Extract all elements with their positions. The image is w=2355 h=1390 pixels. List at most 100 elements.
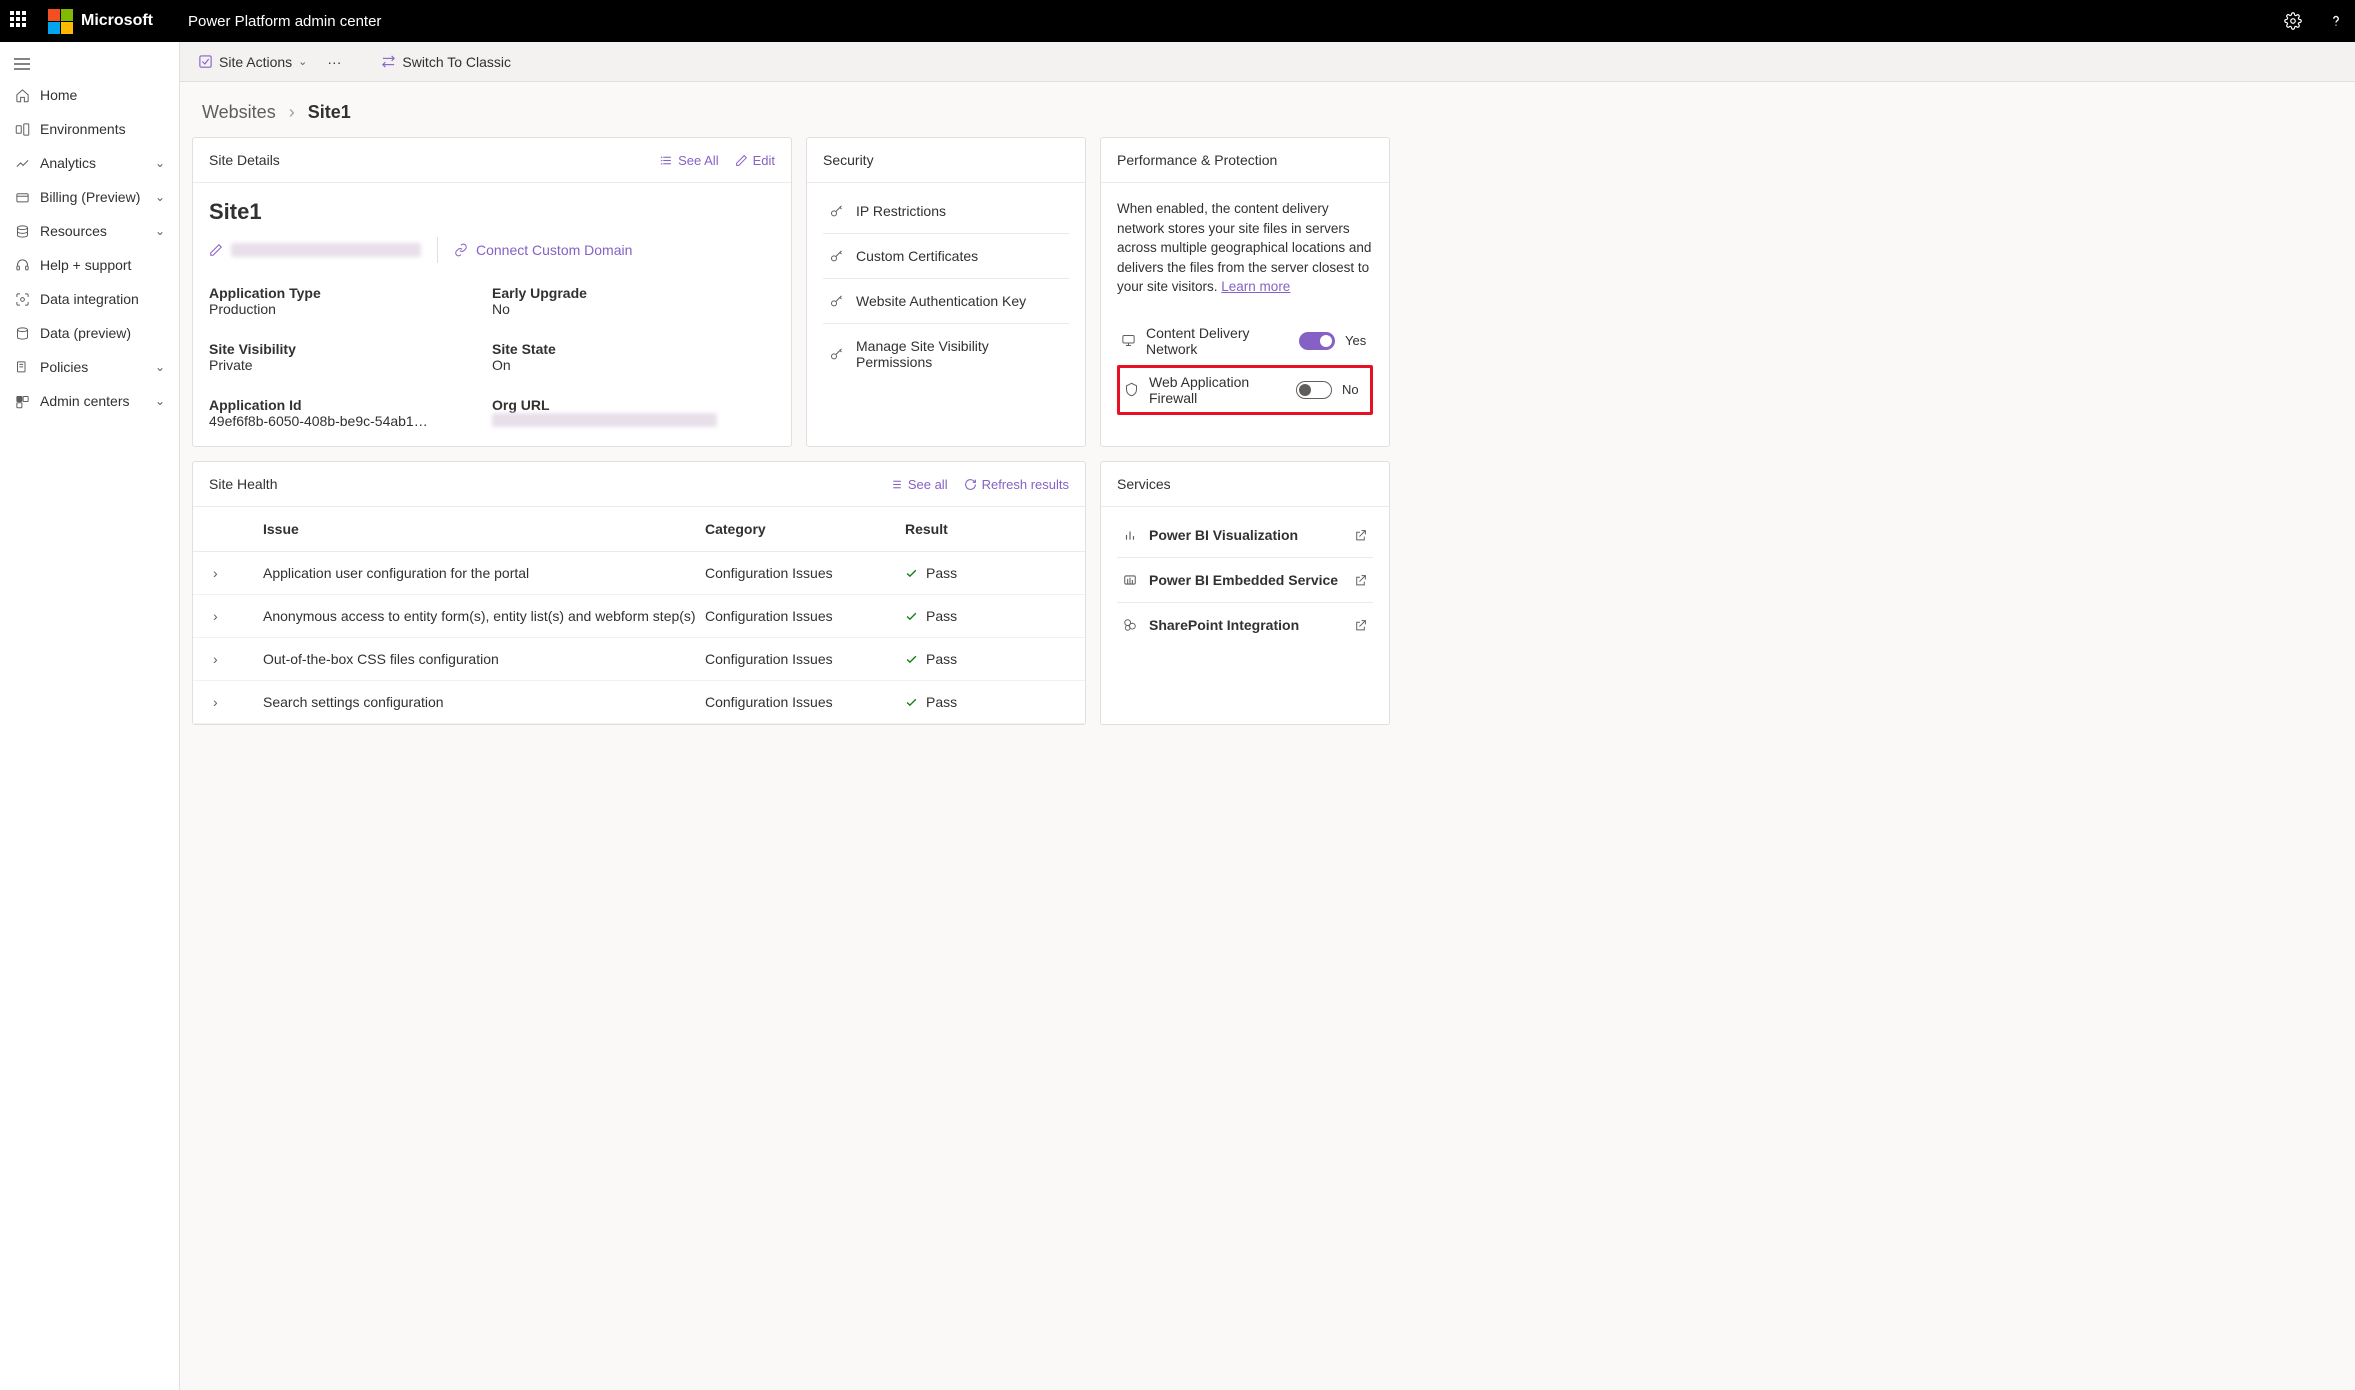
refresh-results-link[interactable]: Refresh results: [964, 477, 1069, 492]
cdn-toggle[interactable]: [1299, 332, 1335, 350]
see-all-link[interactable]: See All: [660, 153, 718, 168]
security-card: Security IP Restrictions Custom Certific…: [806, 137, 1086, 447]
embedded-icon: [1123, 573, 1137, 587]
sidebar-item-policies[interactable]: Policies ⌄: [0, 350, 179, 384]
learn-more-link[interactable]: Learn more: [1221, 279, 1290, 294]
switch-classic-button[interactable]: Switch To Classic: [381, 54, 511, 70]
col-result: Result: [905, 521, 1065, 537]
sidebar-item-admin-centers[interactable]: Admin centers ⌄: [0, 384, 179, 418]
home-icon: [14, 88, 30, 103]
sidebar-item-resources[interactable]: Resources ⌄: [0, 214, 179, 248]
sidebar-item-label: Data integration: [40, 291, 139, 307]
resources-icon: [14, 224, 30, 239]
sidebar-item-data-preview[interactable]: Data (preview): [0, 316, 179, 350]
breadcrumb-current: Site1: [308, 102, 351, 122]
app-type-label: Application Type: [209, 285, 492, 301]
checkbox-icon: [198, 54, 213, 69]
site-health-header: Site Health: [209, 476, 277, 492]
cdn-state: Yes: [1345, 333, 1369, 348]
sharepoint-icon: [1123, 618, 1137, 632]
site-actions-button[interactable]: Site Actions ⌄: [198, 54, 307, 70]
chevron-down-icon: ⌄: [155, 156, 165, 170]
external-link-icon: [1354, 529, 1367, 542]
sidebar-item-label: Data (preview): [40, 325, 131, 341]
security-item-auth-key[interactable]: Website Authentication Key: [823, 279, 1069, 324]
sidebar-item-analytics[interactable]: Analytics ⌄: [0, 146, 179, 180]
state-label: Site State: [492, 341, 775, 357]
early-upgrade-label: Early Upgrade: [492, 285, 775, 301]
chart-icon: [1123, 528, 1137, 542]
more-icon: ···: [327, 54, 341, 70]
security-item-certificates[interactable]: Custom Certificates: [823, 234, 1069, 279]
breadcrumb-root[interactable]: Websites: [202, 102, 276, 122]
table-row[interactable]: › Out-of-the-box CSS files configuration…: [193, 638, 1085, 681]
health-category: Configuration Issues: [705, 694, 905, 710]
app-type-value: Production: [209, 301, 492, 317]
sidebar-item-label: Home: [40, 87, 77, 103]
sidebar-item-label: Resources: [40, 223, 107, 239]
security-item-label: IP Restrictions: [856, 203, 946, 219]
edit-link[interactable]: Edit: [735, 153, 775, 168]
waf-state: No: [1342, 382, 1366, 397]
visibility-label: Site Visibility: [209, 341, 492, 357]
service-item-powerbi-viz[interactable]: Power BI Visualization: [1117, 513, 1373, 558]
sidebar-item-label: Environments: [40, 121, 126, 137]
chevron-right-icon: ›: [289, 102, 295, 122]
key-icon: [829, 249, 844, 264]
health-issue: Application user configuration for the p…: [263, 565, 705, 581]
org-url-label: Org URL: [492, 397, 775, 413]
admin-centers-icon: [14, 394, 30, 409]
table-row[interactable]: › Search settings configuration Configur…: [193, 681, 1085, 724]
performance-card: Performance & Protection When enabled, t…: [1100, 137, 1390, 447]
security-header: Security: [823, 152, 874, 168]
performance-description: When enabled, the content delivery netwo…: [1117, 199, 1373, 297]
see-all-health-link[interactable]: See all: [890, 477, 948, 492]
check-icon: [905, 653, 918, 666]
site-actions-label: Site Actions: [219, 54, 292, 70]
chevron-right-icon: ›: [213, 651, 218, 667]
cdn-icon: [1121, 333, 1136, 348]
command-bar: Site Actions ⌄ ··· Switch To Classic: [180, 42, 2355, 82]
sidebar-item-help[interactable]: Help + support: [0, 248, 179, 282]
cdn-label: Content Delivery Network: [1146, 325, 1289, 357]
sidebar-item-data-integration[interactable]: Data integration: [0, 282, 179, 316]
key-icon: [829, 294, 844, 309]
waf-toggle[interactable]: [1296, 381, 1332, 399]
settings-icon[interactable]: [2284, 12, 2302, 30]
help-icon[interactable]: [2327, 12, 2345, 30]
connect-domain-link[interactable]: Connect Custom Domain: [476, 242, 632, 258]
more-actions-button[interactable]: ···: [327, 54, 341, 70]
sidebar-item-home[interactable]: Home: [0, 78, 179, 112]
sidebar-item-billing[interactable]: Billing (Preview) ⌄: [0, 180, 179, 214]
edit-icon: [735, 154, 748, 167]
sidebar-item-environments[interactable]: Environments: [0, 112, 179, 146]
app-id-value: 49ef6f8b-6050-408b-be9c-54ab173c9…: [209, 413, 429, 429]
divider: [437, 237, 438, 263]
list-icon: [890, 478, 903, 491]
col-issue: Issue: [263, 521, 705, 537]
chevron-down-icon: ⌄: [298, 55, 307, 68]
chevron-down-icon: ⌄: [155, 394, 165, 408]
security-item-ip[interactable]: IP Restrictions: [823, 189, 1069, 234]
table-row[interactable]: › Anonymous access to entity form(s), en…: [193, 595, 1085, 638]
hamburger-icon[interactable]: [0, 50, 179, 78]
services-header: Services: [1117, 476, 1171, 492]
chevron-right-icon: ›: [213, 694, 218, 710]
edit-url-icon[interactable]: [209, 243, 223, 257]
sidebar-item-label: Admin centers: [40, 393, 129, 409]
security-item-label: Custom Certificates: [856, 248, 978, 264]
col-category: Category: [705, 521, 905, 537]
cdn-toggle-row: Content Delivery Network Yes: [1117, 317, 1373, 365]
health-table-header: Issue Category Result: [193, 507, 1085, 552]
health-table-body[interactable]: › Application user configuration for the…: [193, 552, 1085, 724]
app-launcher-icon[interactable]: [10, 11, 30, 31]
service-label: SharePoint Integration: [1149, 617, 1299, 633]
analytics-icon: [14, 156, 30, 171]
health-issue: Search settings configuration: [263, 694, 705, 710]
table-row[interactable]: › Application user configuration for the…: [193, 552, 1085, 595]
security-item-visibility-permissions[interactable]: Manage Site Visibility Permissions: [823, 324, 1069, 384]
service-item-sharepoint[interactable]: SharePoint Integration: [1117, 603, 1373, 647]
service-item-powerbi-embedded[interactable]: Power BI Embedded Service: [1117, 558, 1373, 603]
services-card: Services Power BI Visualization Power BI…: [1100, 461, 1390, 725]
health-issue: Out-of-the-box CSS files configuration: [263, 651, 705, 667]
